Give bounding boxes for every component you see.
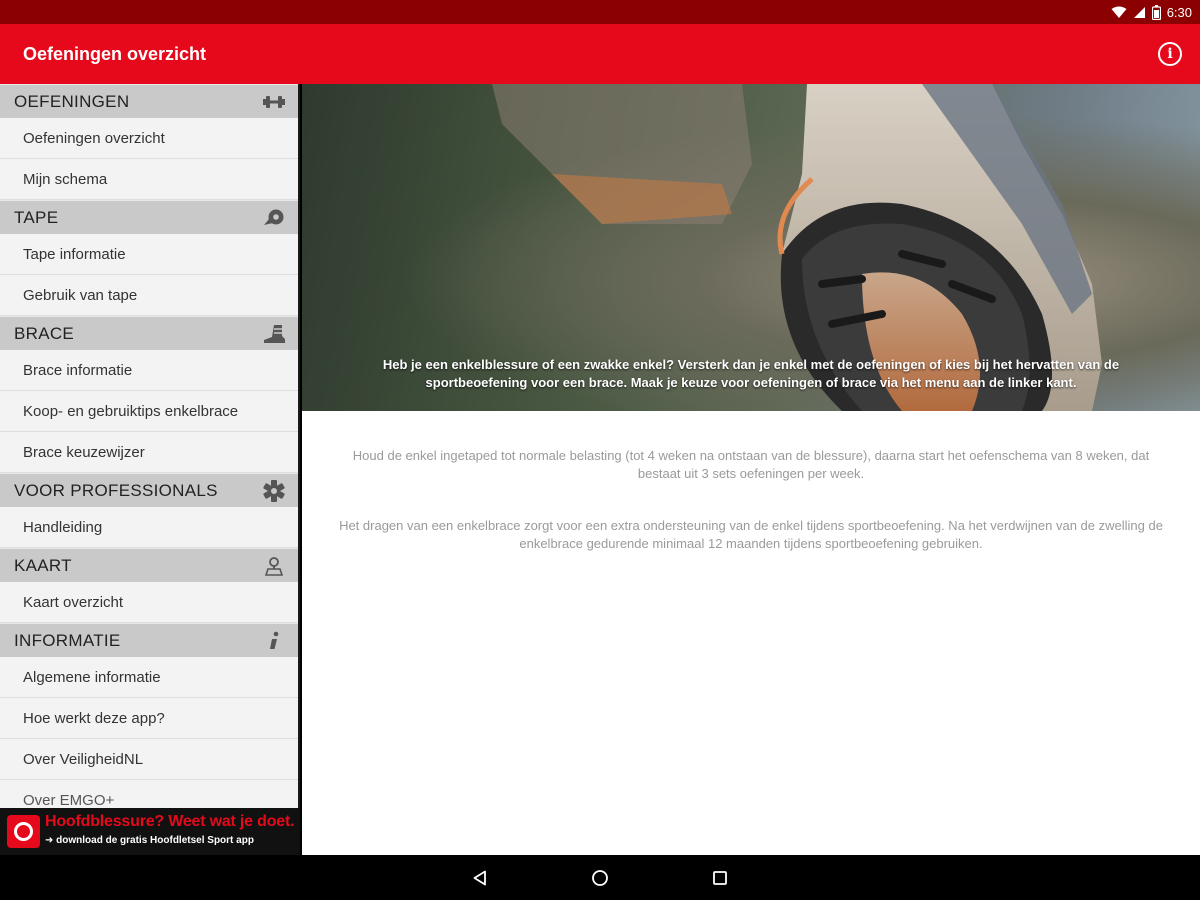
map-pin-icon — [262, 555, 286, 577]
home-icon[interactable] — [589, 867, 611, 889]
sidebar-item-kaart-overzicht[interactable]: Kaart overzicht — [0, 582, 298, 623]
sidebar-item-tape-informatie[interactable]: Tape informatie — [0, 234, 298, 275]
ad-logo-icon — [7, 815, 40, 848]
sidebar-item-hoe-werkt-deze-app[interactable]: Hoe werkt deze app? — [0, 698, 298, 739]
ad-subline: ➜ download de gratis Hoofdletsel Sport a… — [45, 835, 254, 846]
status-icons: 6:30 — [1111, 3, 1192, 21]
medical-star-icon — [262, 480, 286, 502]
sidebar-item-brace-keuzewijzer[interactable]: Brace keuzewijzer — [0, 432, 298, 473]
status-time: 6:30 — [1166, 4, 1192, 20]
section-title: TAPE — [14, 208, 59, 227]
sidebar-item-brace-informatie[interactable]: Brace informatie — [0, 350, 298, 391]
signal-icon — [1133, 6, 1145, 18]
sidebar-item-gebruik-van-tape[interactable]: Gebruik van tape — [0, 275, 298, 316]
section-title: INFORMATIE — [14, 631, 121, 650]
battery-icon — [1151, 4, 1161, 20]
content-paragraph-tape: Houd de enkel ingetaped tot normale bela… — [352, 448, 1150, 481]
main-content: Heb je een enkelblessure of een zwakke e… — [302, 84, 1200, 855]
section-title: VOOR PROFESSIONALS — [14, 481, 218, 500]
tape-roll-icon — [262, 207, 286, 229]
section-header-voor-professionals: VOOR PROFESSIONALS — [0, 473, 298, 507]
section-header-oefeningen: OEFENINGEN — [0, 84, 298, 118]
content-paragraph-brace: Het dragen van een enkelbrace zorgt voor… — [339, 518, 1163, 551]
navigation-drawer: OEFENINGEN Oefeningen overzicht Mijn sch… — [0, 84, 300, 855]
sidebar-item-handleiding[interactable]: Handleiding — [0, 507, 298, 548]
section-header-informatie: INFORMATIE — [0, 623, 298, 657]
hero-image: Heb je een enkelblessure of een zwakke e… — [302, 84, 1200, 411]
ankle-brace-icon — [262, 323, 286, 345]
sidebar-item-oefeningen-overzicht[interactable]: Oefeningen overzicht — [0, 118, 298, 159]
hero-text: Heb je een enkelblessure of een zwakke e… — [382, 357, 1120, 390]
ad-headline: Hoofdblessure? Weet wat je doet. — [45, 813, 295, 830]
section-header-kaart: KAART — [0, 548, 298, 582]
system-nav-bar — [0, 855, 1200, 900]
sidebar-item-over-veiligheidnl[interactable]: Over VeiligheidNL — [0, 739, 298, 780]
section-title: OEFENINGEN — [14, 92, 130, 111]
ad-banner[interactable]: Hoofdblessure? Weet wat je doet. ➜ downl… — [0, 808, 300, 855]
app-bar: Oefeningen overzicht i — [0, 24, 1200, 84]
page-title: Oefeningen overzicht — [23, 44, 207, 64]
wifi-icon — [1111, 6, 1127, 18]
sidebar-item-koop-en-gebruiktips[interactable]: Koop- en gebruiktips enkelbrace — [0, 391, 298, 432]
section-header-tape: TAPE — [0, 200, 298, 234]
status-bar: 6:30 — [0, 0, 1200, 24]
sidebar-item-algemene-informatie[interactable]: Algemene informatie — [0, 657, 298, 698]
back-icon[interactable] — [469, 867, 491, 889]
recents-icon[interactable] — [709, 867, 731, 889]
dumbbell-icon — [262, 91, 286, 113]
section-title: KAART — [14, 556, 72, 575]
section-title: BRACE — [14, 324, 75, 343]
sidebar-item-mijn-schema[interactable]: Mijn schema — [0, 159, 298, 200]
section-header-brace: BRACE — [0, 316, 298, 350]
info-icon[interactable]: i — [1158, 42, 1182, 66]
info-i-icon — [262, 630, 286, 652]
